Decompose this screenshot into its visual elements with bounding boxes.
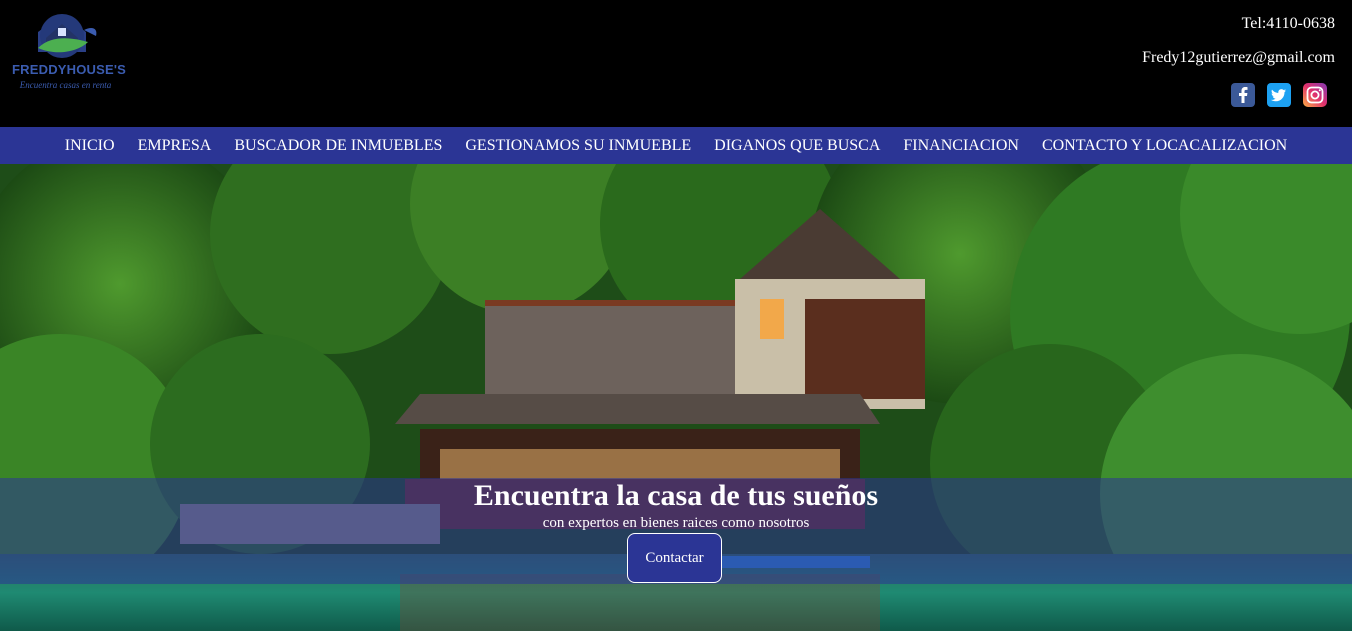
instagram-icon[interactable] [1303,83,1327,107]
hero-title: Encuentra la casa de tus sueños [473,479,879,512]
twitter-icon[interactable] [1267,83,1291,107]
contact-info: Tel:4110-0638 Fredy12gutierrez@gmail.com [1142,14,1335,68]
email-address[interactable]: Fredy12gutierrez@gmail.com [1142,48,1335,68]
main-nav: INICIO EMPRESA BUSCADOR DE INMUEBLES GES… [0,127,1352,164]
facebook-icon[interactable] [1231,83,1255,107]
nav-item-inicio[interactable]: INICIO [65,137,115,155]
contact-button[interactable]: Contactar [627,533,722,583]
header: FREDDYHOUSE'S Encuentra casas en renta T… [0,0,1352,127]
nav-item-buscador[interactable]: BUSCADOR DE INMUEBLES [234,137,442,155]
nav-item-gestionamos[interactable]: GESTIONAMOS SU INMUEBLE [465,137,691,155]
hero: Encuentra la casa de tus sueños con expe… [0,164,1352,631]
logo[interactable]: FREDDYHOUSE'S Encuentra casas en renta [8,8,127,96]
social-links [1231,83,1327,107]
phone-number: Tel:4110-0638 [1241,15,1335,32]
brand-tagline: Encuentra casas en renta [19,80,112,90]
house-leaf-logo-icon [38,14,97,58]
nav-item-diganos[interactable]: DIGANOS QUE BUSCA [714,137,880,155]
nav-item-financiacion[interactable]: FINANCIACION [903,137,1019,155]
brand-name: FREDDYHOUSE'S [12,62,127,77]
nav-item-empresa[interactable]: EMPRESA [138,137,212,155]
nav-item-contacto[interactable]: CONTACTO Y LOCACALIZACION [1042,137,1287,155]
hero-subtitle: con expertos en bienes raices como nosot… [542,515,810,531]
